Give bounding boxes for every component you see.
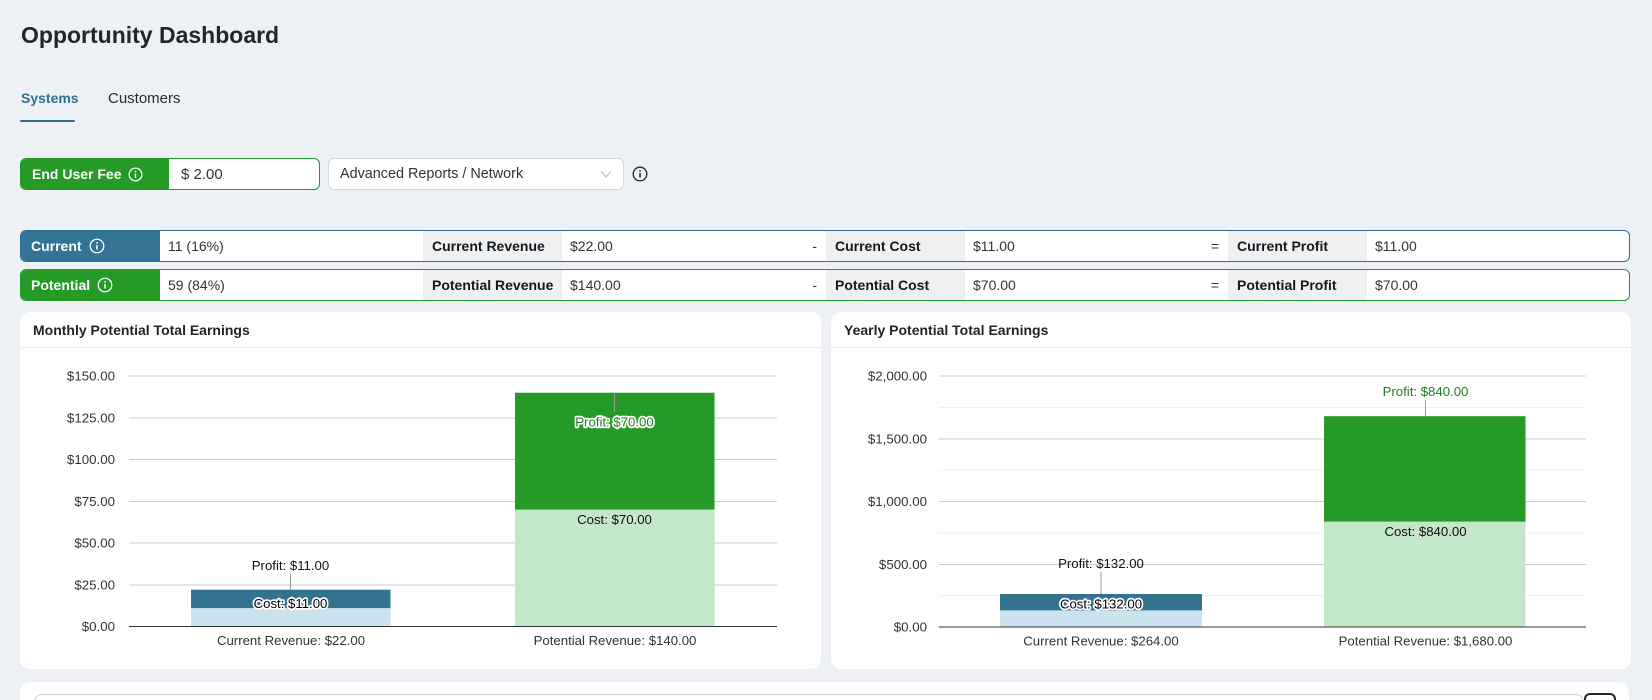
- svg-text:$25.00: $25.00: [74, 577, 115, 592]
- svg-text:Cost: $11.00: Cost: $11.00: [254, 596, 328, 611]
- svg-text:$1,000.00: $1,000.00: [868, 494, 927, 509]
- svg-text:$2,000.00: $2,000.00: [868, 369, 927, 384]
- svg-text:Potential Revenue: $140.00: Potential Revenue: $140.00: [534, 633, 697, 648]
- svg-text:$75.00: $75.00: [74, 494, 115, 509]
- svg-text:$100.00: $100.00: [67, 452, 115, 467]
- svg-text:Cost: $70.00: Cost: $70.00: [577, 512, 652, 527]
- svg-text:$1,500.00: $1,500.00: [868, 431, 927, 446]
- svg-text:$50.00: $50.00: [74, 536, 115, 551]
- svg-text:$125.00: $125.00: [67, 410, 115, 425]
- svg-text:Potential Revenue: $1,680.00: Potential Revenue: $1,680.00: [1339, 634, 1513, 649]
- svg-text:Current Revenue: $264.00: Current Revenue: $264.00: [1023, 634, 1178, 649]
- svg-text:Profit: $132.00: Profit: $132.00: [1058, 556, 1144, 571]
- svg-text:Cost: $840.00: Cost: $840.00: [1384, 524, 1466, 539]
- svg-text:Profit: $840.00: Profit: $840.00: [1383, 384, 1469, 399]
- svg-text:$0.00: $0.00: [894, 620, 927, 635]
- svg-text:Profit: $70.00: Profit: $70.00: [575, 415, 653, 430]
- svg-text:Current Revenue: $22.00: Current Revenue: $22.00: [217, 633, 365, 648]
- svg-text:Profit: $11.00: Profit: $11.00: [252, 558, 329, 573]
- svg-text:$150.00: $150.00: [67, 369, 115, 384]
- svg-text:$0.00: $0.00: [82, 619, 115, 634]
- svg-text:$500.00: $500.00: [879, 557, 927, 572]
- svg-text:Cost: $132.00: Cost: $132.00: [1060, 597, 1142, 612]
